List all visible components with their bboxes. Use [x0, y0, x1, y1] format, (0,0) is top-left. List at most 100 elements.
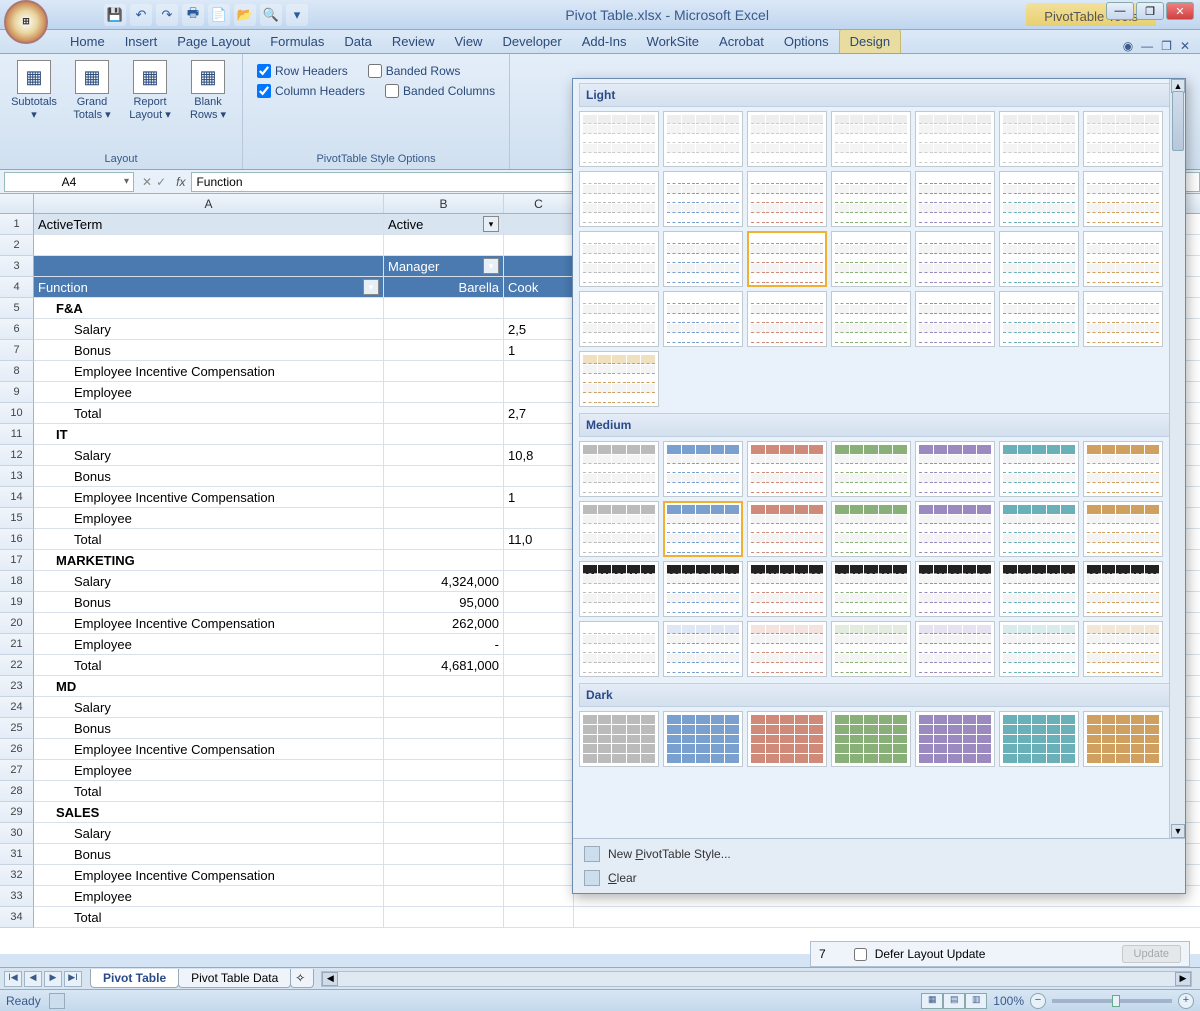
cell[interactable]: [384, 550, 504, 570]
row-header[interactable]: 16: [0, 529, 34, 550]
hscroll-right-icon[interactable]: ▶: [1175, 972, 1191, 986]
qat-preview[interactable]: 📄: [208, 4, 230, 26]
sheet-nav-prev[interactable]: ◀: [24, 971, 42, 987]
tab-add-ins[interactable]: Add-Ins: [572, 30, 637, 53]
cell[interactable]: [384, 760, 504, 780]
style-thumbnail[interactable]: [663, 621, 743, 677]
row-header[interactable]: 27: [0, 760, 34, 781]
tab-options[interactable]: Options: [774, 30, 839, 53]
tab-developer[interactable]: Developer: [492, 30, 571, 53]
cell[interactable]: [504, 655, 574, 675]
style-thumbnail[interactable]: [915, 621, 995, 677]
tab-insert[interactable]: Insert: [115, 30, 168, 53]
scroll-thumb[interactable]: [1172, 91, 1184, 151]
style-thumbnail[interactable]: [1083, 711, 1163, 767]
style-thumbnail[interactable]: [579, 171, 659, 227]
row-header[interactable]: 30: [0, 823, 34, 844]
style-thumbnail[interactable]: [999, 291, 1079, 347]
tab-worksite[interactable]: WorkSite: [637, 30, 710, 53]
style-thumbnail[interactable]: [663, 711, 743, 767]
dropdown-icon[interactable]: ▾: [363, 279, 379, 295]
horizontal-scrollbar[interactable]: ◀ ▶: [321, 971, 1192, 987]
qat-redo[interactable]: ↷: [156, 4, 178, 26]
cell[interactable]: [384, 298, 504, 318]
style-thumbnail[interactable]: [831, 291, 911, 347]
office-button[interactable]: ⊞: [4, 0, 48, 44]
style-thumbnail[interactable]: [915, 291, 995, 347]
cell[interactable]: [384, 907, 504, 927]
cell[interactable]: Employee: [34, 886, 384, 906]
qat-open[interactable]: 📂: [234, 4, 256, 26]
cell[interactable]: [504, 256, 574, 276]
sheet-tab-insert[interactable]: ✧: [290, 969, 314, 988]
style-thumbnail[interactable]: [915, 501, 995, 557]
cell[interactable]: Manager▾: [384, 256, 504, 276]
scroll-down-icon[interactable]: ▼: [1171, 824, 1185, 838]
cell[interactable]: Employee: [34, 508, 384, 528]
tab-acrobat[interactable]: Acrobat: [709, 30, 774, 53]
sheet-nav-last[interactable]: ▶I: [64, 971, 82, 987]
row-header[interactable]: 21: [0, 634, 34, 655]
style-thumbnail[interactable]: [747, 561, 827, 617]
col-header-b[interactable]: B: [384, 194, 504, 213]
cell[interactable]: MARKETING: [34, 550, 384, 570]
banded-rows-checkbox[interactable]: Banded Rows: [368, 64, 461, 78]
report-layout-button[interactable]: ▦Report Layout ▾: [124, 58, 176, 121]
tab-design[interactable]: Design: [839, 29, 901, 53]
row-header[interactable]: 33: [0, 886, 34, 907]
cell[interactable]: Salary: [34, 823, 384, 843]
style-thumbnail[interactable]: [747, 171, 827, 227]
row-header[interactable]: 31: [0, 844, 34, 865]
cell[interactable]: [504, 235, 574, 255]
macro-record-icon[interactable]: [49, 993, 65, 1009]
cell[interactable]: 95,000: [384, 592, 504, 612]
col-header-a[interactable]: A: [34, 194, 384, 213]
cell[interactable]: Employee Incentive Compensation: [34, 613, 384, 633]
cell[interactable]: [384, 361, 504, 381]
style-thumbnail[interactable]: [831, 711, 911, 767]
cell[interactable]: [384, 424, 504, 444]
row-header[interactable]: 12: [0, 445, 34, 466]
style-thumbnail[interactable]: [663, 291, 743, 347]
style-thumbnail[interactable]: [747, 231, 827, 287]
update-button[interactable]: Update: [1122, 945, 1181, 963]
row-header[interactable]: 23: [0, 676, 34, 697]
cell[interactable]: [504, 214, 574, 234]
cell[interactable]: Employee Incentive Compensation: [34, 487, 384, 507]
cell[interactable]: [504, 298, 574, 318]
cell[interactable]: 1: [504, 487, 574, 507]
cell[interactable]: 2,7: [504, 403, 574, 423]
qat-print[interactable]: 🖶: [182, 4, 204, 26]
cell[interactable]: Cook: [504, 277, 574, 297]
cell[interactable]: [504, 886, 574, 906]
cell[interactable]: IT: [34, 424, 384, 444]
style-thumbnail[interactable]: [915, 561, 995, 617]
row-header[interactable]: 34: [0, 907, 34, 928]
style-thumbnail[interactable]: [999, 621, 1079, 677]
row-header[interactable]: 3: [0, 256, 34, 277]
style-thumbnail[interactable]: [747, 291, 827, 347]
style-thumbnail[interactable]: [747, 441, 827, 497]
row-header[interactable]: 25: [0, 718, 34, 739]
cell[interactable]: 1: [504, 340, 574, 360]
style-thumbnail[interactable]: [831, 111, 911, 167]
row-header[interactable]: 20: [0, 613, 34, 634]
doc-close-icon[interactable]: ✕: [1180, 39, 1190, 53]
style-thumbnail[interactable]: [747, 111, 827, 167]
qat-undo[interactable]: ↶: [130, 4, 152, 26]
cell[interactable]: [384, 340, 504, 360]
tab-review[interactable]: Review: [382, 30, 445, 53]
row-header[interactable]: 17: [0, 550, 34, 571]
tab-view[interactable]: View: [445, 30, 493, 53]
cell[interactable]: Bonus: [34, 844, 384, 864]
style-thumbnail[interactable]: [1083, 111, 1163, 167]
cell[interactable]: 4,681,000: [384, 655, 504, 675]
style-thumbnail[interactable]: [999, 171, 1079, 227]
banded-columns-checkbox[interactable]: Banded Columns: [385, 84, 495, 98]
style-thumbnail[interactable]: [579, 621, 659, 677]
doc-minimize-icon[interactable]: —: [1141, 39, 1153, 53]
cell[interactable]: [384, 445, 504, 465]
style-thumbnail[interactable]: [579, 291, 659, 347]
doc-restore-icon[interactable]: ❐: [1161, 39, 1172, 53]
cell[interactable]: Barella: [384, 277, 504, 297]
